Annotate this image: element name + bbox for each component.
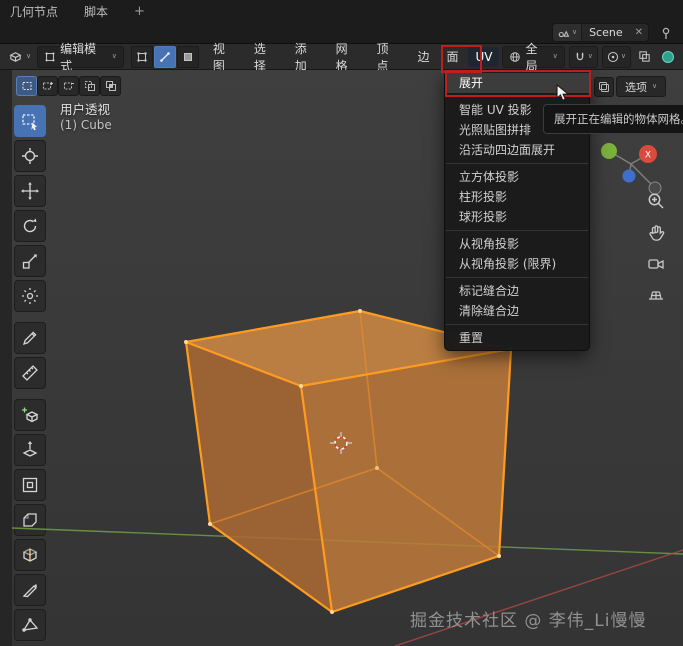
menu-item-reset[interactable]: 重置 xyxy=(445,328,589,348)
vertex-select-mode-button[interactable] xyxy=(130,45,153,68)
proportional-editing-button[interactable]: ∨ xyxy=(601,45,632,68)
workspace-tab-geometry-nodes[interactable]: 几何节点 xyxy=(10,3,58,20)
cube-face-right[interactable] xyxy=(301,349,511,612)
xray-overlap-icon xyxy=(638,50,651,63)
hand-icon xyxy=(646,222,666,242)
pin-scene-button[interactable] xyxy=(657,24,675,42)
menu-separator xyxy=(446,163,588,164)
menu-item-project-from-view[interactable]: 从视角投影 xyxy=(445,234,589,254)
proportional-editing-icon xyxy=(607,51,619,63)
unwrap-tooltip: 展开正在编辑的物体网格。 xyxy=(543,104,683,134)
gizmo-x-label: X xyxy=(645,151,651,161)
scene-name-value[interactable]: Scene xyxy=(582,26,630,39)
gizmo-y-axis-ball[interactable] xyxy=(601,143,617,159)
scene-icon xyxy=(557,26,570,39)
viewport-editor-icon xyxy=(8,49,23,64)
perspective-grid-icon xyxy=(646,283,666,303)
chevron-down-icon: ∨ xyxy=(26,52,32,60)
chevron-down-icon: ∨ xyxy=(111,52,117,60)
menu-item-project-from-view-bounds[interactable]: 从视角投影 (限界) xyxy=(445,254,589,274)
camera-view-button[interactable] xyxy=(642,249,670,277)
scene-selector: ∨ Scene ✕ xyxy=(551,23,649,42)
workspace-tab-scripting[interactable]: 脚本 xyxy=(84,3,108,20)
chevron-down-icon: ∨ xyxy=(571,28,578,36)
gizmo-z-axis-ball[interactable] xyxy=(622,169,636,183)
pan-view-button[interactable] xyxy=(642,218,670,246)
chevron-down-icon: ∨ xyxy=(552,52,558,60)
menu-item-cylinder-projection[interactable]: 柱形投影 xyxy=(445,187,589,207)
browse-scene-button[interactable]: ∨ xyxy=(552,24,583,41)
camera-icon xyxy=(646,253,666,273)
viewport-header: ∨ 编辑模式 ∨ 视图 选择 添加 网格 顶点 边 面 UV 全局 ∨ ∨ ∨ xyxy=(0,42,683,73)
menu-edge[interactable]: 边 xyxy=(410,45,436,68)
snap-toggle-button[interactable]: ∨ xyxy=(568,45,598,68)
snap-magnet-icon xyxy=(574,51,586,63)
menu-item-clear-seam[interactable]: 清除缝合边 xyxy=(445,301,589,321)
topbar-tabs-row: 几何节点 脚本 + xyxy=(0,0,683,22)
menu-separator xyxy=(446,230,588,231)
menu-separator xyxy=(446,324,588,325)
pin-icon xyxy=(659,26,673,40)
zoom-view-button[interactable] xyxy=(642,187,670,215)
menu-face[interactable]: 面 xyxy=(439,45,465,68)
watermark-text: 掘金技术社区 @ 李伟_Li慢慢 xyxy=(410,611,647,631)
header-right-cluster: 全局 ∨ ∨ ∨ xyxy=(502,42,678,73)
menu-uv[interactable]: UV xyxy=(468,46,500,67)
menu-item-follow-active-quads[interactable]: 沿活动四边面展开 xyxy=(445,140,589,160)
transform-orientation-dropdown[interactable]: 全局 ∨ xyxy=(502,42,565,73)
editor-type-button[interactable]: ∨ xyxy=(5,47,34,66)
unlink-scene-button[interactable]: ✕ xyxy=(630,27,648,38)
viewport-shading-button[interactable] xyxy=(658,48,678,66)
menu-item-cube-projection[interactable]: 立方体投影 xyxy=(445,167,589,187)
edge-select-mode-button[interactable] xyxy=(153,45,176,68)
menu-item-mark-seam[interactable]: 标记缝合边 xyxy=(445,281,589,301)
select-mode-group xyxy=(130,45,199,68)
face-select-mode-button[interactable] xyxy=(176,45,199,68)
chevron-down-icon: ∨ xyxy=(587,52,593,60)
menu-separator xyxy=(446,277,588,278)
mode-label: 编辑模式 xyxy=(60,41,97,73)
mode-selector[interactable]: 编辑模式 ∨ xyxy=(37,42,124,73)
cube-object[interactable] xyxy=(184,309,513,614)
xray-toggle-button[interactable] xyxy=(635,48,654,65)
menu-separator xyxy=(446,96,588,97)
menu-item-sphere-projection[interactable]: 球形投影 xyxy=(445,207,589,227)
orientation-label: 全局 xyxy=(525,41,538,73)
menu-item-unwrap[interactable]: 展开 xyxy=(445,73,589,93)
edit-mode-icon xyxy=(44,51,56,63)
shading-sphere-icon xyxy=(661,50,675,64)
magnifier-plus-icon xyxy=(646,191,666,211)
add-workspace-button[interactable]: + xyxy=(134,4,145,19)
toggle-perspective-button[interactable] xyxy=(642,279,670,307)
global-orientation-icon xyxy=(509,51,521,63)
3d-viewport[interactable]: 选项 ∨ 用户透视 (1) Cube X 掘金技术社区 @ 李伟_Li慢慢 展开… xyxy=(0,70,683,646)
blender-window: 几何节点 脚本 + ∨ Scene ✕ ∨ 编辑模式 ∨ 视图 选择 添加 网格… xyxy=(0,0,683,646)
chevron-down-icon: ∨ xyxy=(620,52,627,60)
